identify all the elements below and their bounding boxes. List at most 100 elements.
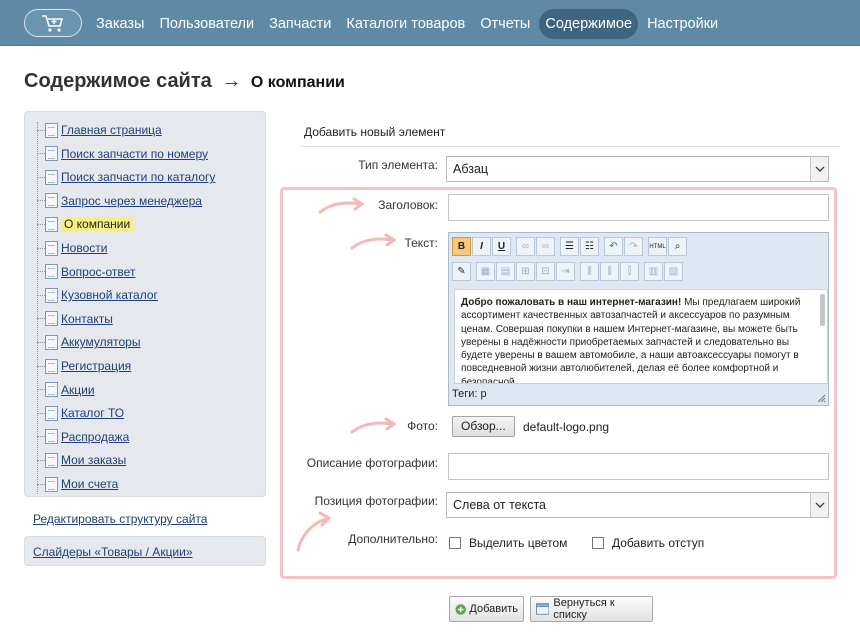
sidebar-tree-item[interactable]: О компании: [37, 216, 134, 232]
add-indent-checkbox[interactable]: Добавить отступ: [592, 536, 704, 550]
italic-button[interactable]: I: [472, 237, 491, 256]
heading-input[interactable]: [448, 194, 829, 221]
col-after-icon[interactable]: ⫼: [600, 262, 619, 281]
checkbox-box[interactable]: [449, 537, 461, 549]
sidebar-tree-item[interactable]: Регистрация: [37, 358, 131, 374]
bold-button[interactable]: B: [452, 237, 471, 256]
sidebar-tree-item[interactable]: Распродажа: [37, 429, 129, 445]
sliders-link[interactable]: Слайдеры «Товары / Акции»: [33, 545, 193, 559]
sidebar-tree-item[interactable]: Контакты: [37, 311, 113, 327]
page-icon: [45, 122, 58, 138]
sidebar-tree-item[interactable]: Кузовной каталог: [37, 287, 158, 303]
tree-branch: [37, 223, 45, 225]
sidebar-tree-item[interactable]: Поиск запчасти по номеру: [37, 146, 208, 162]
unlink-icon[interactable]: ∞: [536, 237, 555, 256]
cart-button[interactable]: [24, 9, 82, 37]
type-select[interactable]: Абзац: [446, 156, 829, 182]
editor-bold-text: Добро пожаловать в наш интернет-магазин!: [461, 297, 682, 308]
sidebar-item-label[interactable]: Контакты: [61, 312, 113, 326]
row-before-icon[interactable]: ⊞: [516, 262, 535, 281]
sidebar-item-label[interactable]: Мои счета: [61, 477, 118, 491]
sidebar-item-label[interactable]: Запрос через менеджера: [61, 194, 202, 208]
sidebar-tree-item[interactable]: Акции: [37, 382, 95, 398]
sidebar-item-label[interactable]: Мои заказы: [61, 453, 126, 467]
resize-grip-icon[interactable]: [817, 394, 826, 403]
nav-catalogs[interactable]: Каталоги товаров: [340, 9, 471, 39]
page-icon: [45, 193, 58, 209]
delete-col-icon[interactable]: ⫿: [620, 262, 639, 281]
nav-orders[interactable]: Заказы: [90, 9, 150, 39]
nav-content[interactable]: Содержимое: [539, 9, 639, 39]
split-cells-icon[interactable]: ▧: [664, 262, 683, 281]
editor-scrollbar[interactable]: [820, 294, 825, 326]
sidebar-item-label[interactable]: Новости: [61, 241, 107, 255]
editor-toolbar-row-1: B I U ∞ ∞ ☰ ☷ ↶ ↷ HTML ⌕: [452, 237, 688, 259]
sidebar-item-label[interactable]: Главная страница: [61, 123, 162, 137]
sidebar-tree-item[interactable]: Новости: [37, 240, 107, 256]
sidebar-tree-item[interactable]: Главная страница: [37, 122, 162, 138]
editor-toolbar-row-2: ✎ ▦ ▤ ⊞ ⊟ ⇥ ⫼ ⫼ ⫿ ▥ ▧: [452, 262, 684, 284]
cell-icon[interactable]: ▤: [496, 262, 515, 281]
tree-branch: [37, 271, 45, 273]
page-icon: [45, 240, 58, 256]
tree-branch: [37, 412, 45, 414]
sidebar-item-label[interactable]: О компании: [61, 217, 134, 232]
add-button[interactable]: Добавить: [449, 596, 524, 622]
sidebar-tree-item[interactable]: Каталог ТО: [37, 405, 124, 421]
sidebar-item-label[interactable]: Акции: [61, 383, 95, 397]
redo-icon[interactable]: ↷: [624, 237, 643, 256]
table-icon[interactable]: ▦: [476, 262, 495, 281]
sidebar-item-label[interactable]: Поиск запчасти по каталогу: [61, 170, 215, 184]
merge-cells-icon[interactable]: ▥: [644, 262, 663, 281]
photo-pos-label: Позиция фотографии:: [314, 494, 438, 508]
sidebar-item-label[interactable]: Регистрация: [61, 359, 131, 373]
type-label: Тип элемента:: [358, 158, 438, 172]
form-title: Добавить новый элемент: [304, 125, 446, 139]
photo-desc-input[interactable]: [448, 453, 829, 480]
extra-label: Дополнительно:: [348, 532, 438, 546]
nav-parts[interactable]: Запчасти: [263, 9, 337, 39]
delete-row-icon[interactable]: ⇥: [556, 262, 575, 281]
sidebar-item-label[interactable]: Каталог ТО: [61, 406, 124, 420]
underline-button[interactable]: U: [492, 237, 511, 256]
nav-settings[interactable]: Настройки: [641, 9, 724, 39]
edit-icon[interactable]: ✎: [452, 262, 471, 281]
html-source-icon[interactable]: HTML: [648, 237, 667, 256]
nav-reports[interactable]: Отчеты: [474, 9, 536, 39]
sidebar-tree-item[interactable]: Мои счета: [37, 476, 118, 492]
editor-content[interactable]: Добро пожаловать в наш интернет-магазин!…: [454, 289, 828, 384]
tree-branch: [37, 389, 45, 391]
browse-button[interactable]: Обзор...: [452, 416, 515, 437]
col-before-icon[interactable]: ⫼: [580, 262, 599, 281]
back-to-list-button[interactable]: Вернуться к списку: [530, 596, 653, 622]
photo-pos-select[interactable]: Слева от текста: [446, 492, 829, 518]
page-title-main: Содержимое сайта: [24, 70, 212, 92]
edit-structure-link[interactable]: Редактировать структуру сайта: [33, 512, 207, 526]
highlight-color-checkbox[interactable]: Выделить цветом: [449, 536, 567, 550]
sidebar-item-label[interactable]: Поиск запчасти по номеру: [61, 147, 208, 161]
tree-branch: [37, 365, 45, 367]
undo-icon[interactable]: ↶: [604, 237, 623, 256]
sidebar-tree-item[interactable]: Вопрос-ответ: [37, 264, 135, 280]
sidebar-item-label[interactable]: Вопрос-ответ: [61, 265, 135, 279]
tree-branch: [37, 247, 45, 249]
bullet-list-icon[interactable]: ☰: [560, 237, 579, 256]
sidebar-tree-item[interactable]: Мои заказы: [37, 452, 126, 468]
numbered-list-icon[interactable]: ☷: [580, 237, 599, 256]
page-icon: [45, 358, 58, 374]
sidebar-item-label[interactable]: Аккумуляторы: [61, 335, 140, 349]
page-icon: [45, 334, 58, 350]
sidebar-tree-item[interactable]: Аккумуляторы: [37, 334, 140, 350]
sidebar-item-label[interactable]: Кузовной каталог: [61, 288, 158, 302]
checkbox-box[interactable]: [592, 537, 604, 549]
page-icon: [45, 216, 58, 232]
find-icon[interactable]: ⌕: [668, 237, 687, 256]
tree-branch: [37, 459, 45, 461]
sidebar-tree-item[interactable]: Запрос через менеджера: [37, 193, 202, 209]
heading-label: Заголовок:: [378, 198, 438, 212]
row-after-icon[interactable]: ⊟: [536, 262, 555, 281]
sidebar-tree-item[interactable]: Поиск запчасти по каталогу: [37, 169, 215, 185]
sidebar-item-label[interactable]: Распродажа: [61, 430, 129, 444]
nav-users[interactable]: Пользователи: [153, 9, 260, 39]
link-icon[interactable]: ∞: [516, 237, 535, 256]
